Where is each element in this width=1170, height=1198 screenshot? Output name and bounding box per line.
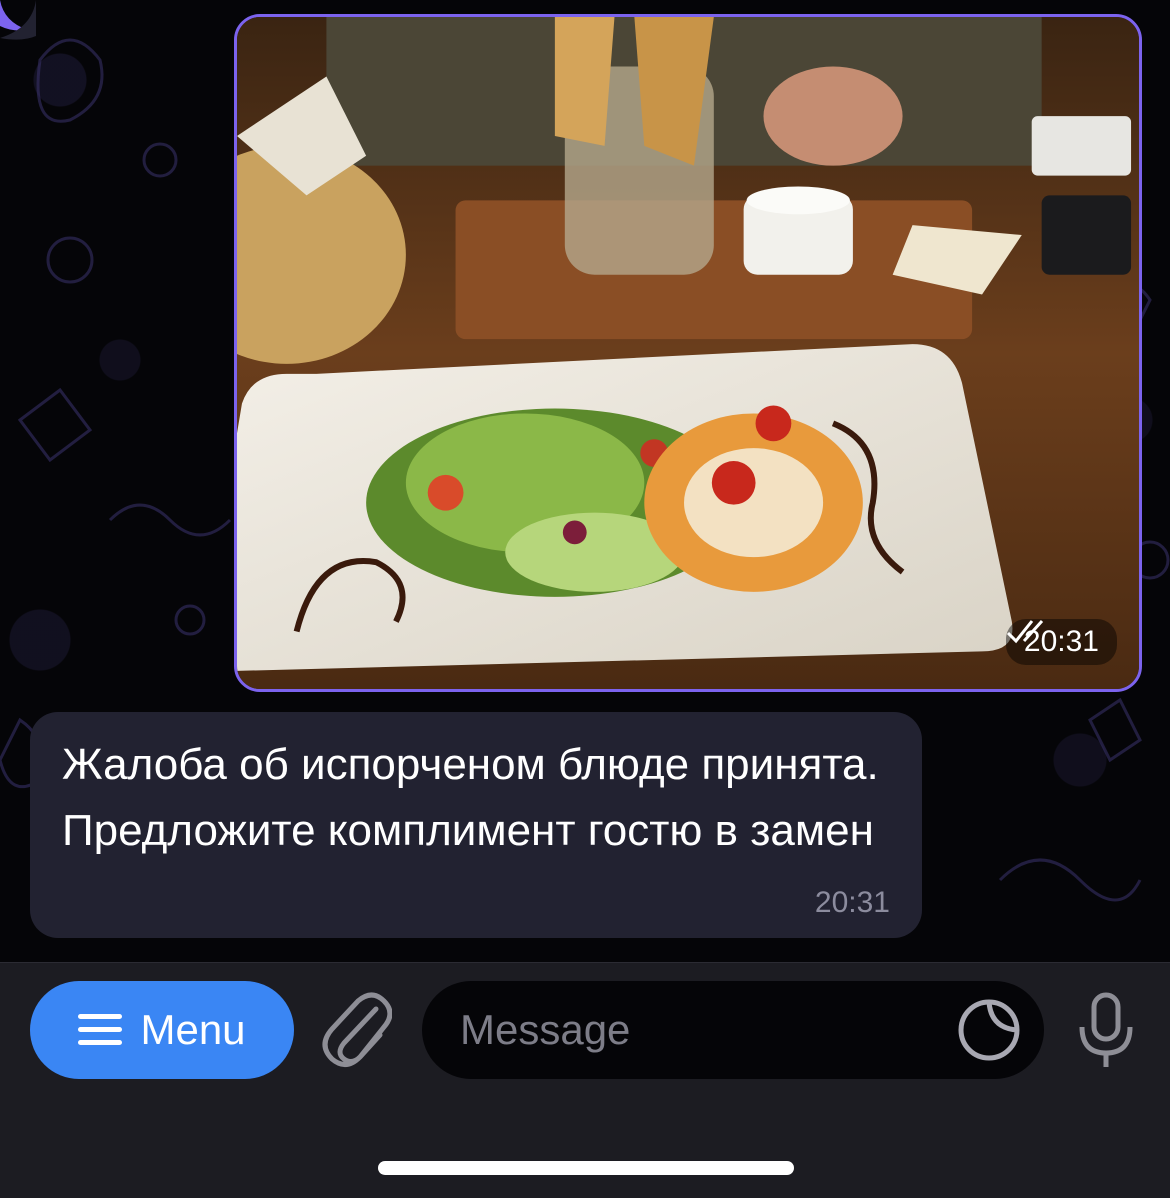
- menu-button-label: Menu: [140, 1006, 246, 1053]
- incoming-text-bubble[interactable]: Жалоба об испорченом блюде принята. Пред…: [30, 712, 922, 938]
- message-input[interactable]: [460, 1006, 940, 1054]
- sticker-icon[interactable]: [956, 997, 1022, 1063]
- message-timestamp: 20:31: [814, 886, 890, 919]
- message-input-bar: Menu: [0, 962, 1170, 1198]
- chat-background: 20:31 Жалоба об испорченом блюде принята…: [0, 0, 1170, 962]
- photo-message-bubble[interactable]: 20:31: [234, 14, 1142, 692]
- home-indicator: [378, 1161, 794, 1175]
- food-photo[interactable]: [237, 17, 1139, 689]
- paperclip-icon[interactable]: [322, 991, 392, 1069]
- double-check-icon: [1006, 619, 1044, 644]
- message-text: Жалоба об испорченом блюде принята. Пред…: [62, 740, 879, 855]
- hamburger-icon: [78, 1012, 123, 1048]
- message-input-container[interactable]: [422, 981, 1044, 1079]
- menu-button[interactable]: Menu: [30, 981, 294, 1079]
- photo-timestamp: 20:31: [1005, 619, 1117, 665]
- microphone-icon[interactable]: [1074, 991, 1138, 1071]
- incoming-bubble-tail: [0, 0, 36, 40]
